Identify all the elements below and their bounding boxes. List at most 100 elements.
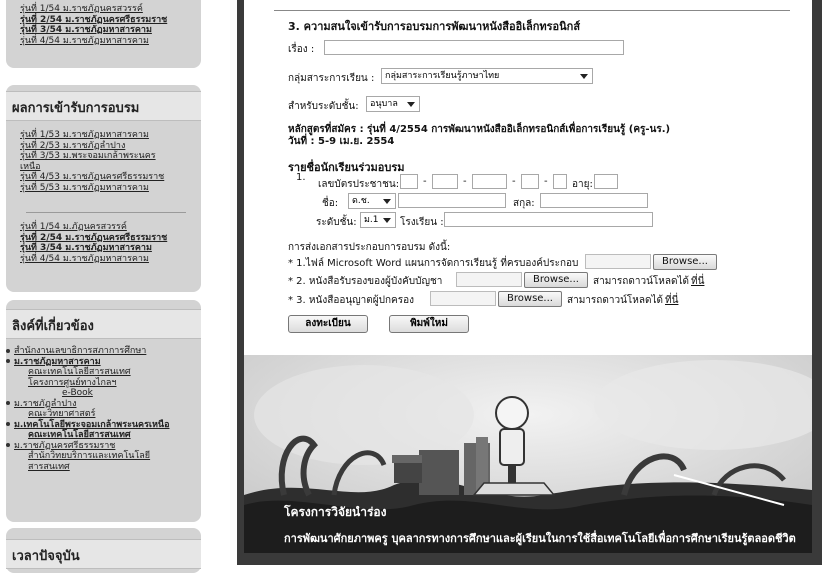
link-result-5-53[interactable]: รุ่นที่ 5/53 ม.ราชภัฏมหาสารคาม (20, 183, 164, 194)
doc3-download-text: สามารถดาวน์โหลดได้ (567, 295, 664, 306)
banner-subtitle: การพัฒนาศักยภาพครู บุคลากรทางการศึกษาและ… (284, 532, 796, 545)
divider (26, 212, 186, 213)
bullet-icon (6, 443, 10, 447)
prefix-select[interactable]: ด.ช. (348, 193, 396, 209)
doc2-here-link[interactable]: ที่นี่ (691, 274, 704, 289)
id-part-4[interactable] (521, 174, 539, 189)
doc2-label: * 2. หนังสือรับรองของผู้บังคับบัญชา (288, 276, 443, 287)
link-kmutnb-it[interactable]: คณะเทคโนโลยีสารสนเทศ (6, 430, 169, 441)
link-result-1-53[interactable]: รุ่นที่ 1/53 ม.ราชภัฏมหาสารคาม (20, 130, 164, 141)
link-rmu[interactable]: ม.ราชภัฏมหาสารคาม (14, 357, 101, 367)
level-label: สำหรับระดับชั้น: (288, 101, 359, 112)
doc2-download-text: สามารถดาวน์โหลดได้ (593, 276, 690, 287)
grade-label: ระดับชั้น: (316, 217, 357, 228)
section-title: 3. ความสนใจเข้ารับการอบรมการพัฒนาหนังสือ… (288, 20, 581, 33)
results-title: ผลการเข้ารับการอบรม (12, 101, 140, 116)
prefix-value: ด.ช. (352, 196, 370, 206)
id-part-5[interactable] (553, 174, 567, 189)
form-content: 3. ความสนใจเข้ารับการอบรมการพัฒนาหนังสือ… (244, 0, 812, 553)
related-links: สำนักงานเลขาธิการสภาการศึกษา ม.ราชภัฏมหา… (6, 346, 169, 472)
results-links-53: รุ่นที่ 1/53 ม.ราชภัฏมหาสารคาม รุ่นที่ 2… (20, 130, 164, 193)
doc2-browse-button[interactable]: Browse... (524, 272, 588, 288)
id-part-2[interactable] (432, 174, 458, 189)
link-result-3-53[interactable]: รุ่นที่ 3/53 ม.พระจอมเกล้าพระนคร (20, 151, 164, 162)
id-dash: - (463, 176, 467, 187)
link-rmu-it[interactable]: คณะเทคโนโลยีสารสนเทศ (6, 367, 169, 378)
link-rmu-ebook[interactable]: e-Book (6, 388, 169, 399)
sidebar: รุ่นที่ 1/54 ม.ราชภัฏนครสวรรค์ รุ่นที่ 2… (0, 0, 208, 573)
top-links: รุ่นที่ 1/54 ม.ราชภัฏนครสวรรค์ รุ่นที่ 2… (20, 4, 167, 46)
surname-input[interactable] (540, 193, 648, 208)
doc1-file-input[interactable] (585, 254, 651, 269)
subject-input[interactable] (324, 40, 624, 55)
link-rmu-distance[interactable]: โครงการศูนย์ทางไกลฯ (6, 378, 169, 389)
link-result-1-54[interactable]: รุ่นที่ 1/54 ม.ภัฏนครสวรรค์ (20, 222, 167, 233)
link-result-3-53-cont[interactable]: เหนือ (20, 162, 164, 173)
doc1-label: * 1.ไฟล์ Microsoft Word แผนการจัดการเรีย… (288, 258, 579, 269)
link-lpru[interactable]: ม.ราชภัฏลำปาง (14, 399, 77, 409)
first-name-input[interactable] (398, 193, 506, 208)
time-panel: เวลาปัจจุบัน (6, 528, 201, 573)
doc1-browse-button[interactable]: Browse... (653, 254, 717, 270)
chevron-down-icon (407, 102, 415, 107)
doc2-file-input[interactable] (456, 272, 522, 287)
subject-group-label: กลุ่มสาระการเรียน : (288, 73, 375, 84)
id-part-3[interactable] (472, 174, 507, 189)
main-frame: 3. ความสนใจเข้ารับการอบรมการพัฒนาหนังสือ… (237, 0, 822, 565)
link-rpt-4-54[interactable]: รุ่นที่ 4/54 ม.ราชภัฏมหาสารคาม (20, 36, 167, 47)
subject-label: เรื่อง : (288, 44, 315, 55)
link-result-4-53[interactable]: รุ่นที่ 4/53 ม.ราชภัฏนครศรีธรรมราช (20, 172, 164, 183)
id-dash: - (423, 176, 427, 187)
id-label: เลขบัตรประชาชน: (318, 179, 400, 190)
link-kmutnb[interactable]: ม.เทคโนโลยีพระจอมเกล้าพระนครเหนือ (14, 420, 169, 430)
link-result-3-54[interactable]: รุ่นที่ 3/54 ม.ราชภัฏมหาสารคาม (20, 243, 167, 254)
results-panel: ผลการเข้ารับการอบรม รุ่นที่ 1/53 ม.ราชภั… (6, 85, 201, 292)
link-nstru[interactable]: ม.ราชภัฏนครศรีธรรมราช (14, 441, 115, 451)
results-links-54: รุ่นที่ 1/54 ม.ภัฏนครสวรรค์ รุ่นที่ 2/54… (20, 222, 167, 264)
results-header: ผลการเข้ารับการอบรม (6, 91, 201, 121)
bullet-icon (6, 359, 10, 363)
bullet-icon (6, 348, 10, 353)
bullet-icon (6, 401, 10, 405)
school-input[interactable] (444, 212, 653, 227)
time-title: เวลาปัจจุบัน (12, 549, 80, 564)
link-lpru-science[interactable]: คณะวิทยาศาสตร์ (6, 409, 169, 420)
link-rpt-2-54[interactable]: รุ่นที่ 2/54 ม.ราชภัฏนครศรีธรรมราช (20, 15, 167, 26)
level-value: อนุบาล (370, 99, 398, 109)
link-nstru-library[interactable]: สำนักวิทยบริการและเทคโนโลยี (6, 451, 169, 462)
chevron-down-icon (383, 199, 391, 204)
subject-group-select[interactable]: กลุ่มสาระการเรียนรู้ภาษาไทย (381, 68, 593, 84)
chevron-down-icon (383, 218, 391, 223)
top-links-panel: รุ่นที่ 1/54 ม.ราชภัฏนครสวรรค์ รุ่นที่ 2… (6, 0, 201, 68)
grade-select[interactable]: ม.1 (360, 212, 396, 228)
grade-value: ม.1 (364, 215, 379, 225)
doc3-here-link[interactable]: ที่นี่ (665, 293, 678, 308)
id-part-1[interactable] (400, 174, 418, 189)
link-nstru-library-cont[interactable]: สารสนเทศ (6, 462, 169, 473)
id-dash: - (512, 176, 516, 187)
link-onec[interactable]: สำนักงานเลขาธิการสภาการศึกษา (14, 346, 146, 356)
banner-title: โครงการวิจัยนำร่อง (284, 505, 387, 519)
top-divider (274, 10, 790, 11)
register-button[interactable]: ลงทะเบียน (288, 315, 368, 333)
banner-illustration (244, 355, 812, 553)
link-rpt-3-54[interactable]: รุ่นที่ 3/54 ม.ราชภัฏมหาสารคาม (20, 25, 167, 36)
age-label: อายุ: (572, 179, 593, 190)
level-select[interactable]: อนุบาล (366, 96, 420, 112)
doc3-file-input[interactable] (430, 291, 496, 306)
link-result-4-54[interactable]: รุ่นที่ 4/54 ม.ราชภัฏมหาสารคาม (20, 254, 167, 265)
age-input[interactable] (594, 174, 618, 189)
docs-title: การส่งเอกสารประกอบการอบรม ดังนี้: (288, 242, 451, 253)
doc3-label: * 3. หนังสืออนุญาตผู้ปกครอง (288, 295, 415, 306)
link-rpt-1-54[interactable]: รุ่นที่ 1/54 ม.ราชภัฏนครสวรรค์ (20, 4, 167, 15)
course-date: วันที่ : 5-9 เม.ย. 2554 (288, 136, 395, 147)
student-number: 1. (296, 172, 306, 183)
doc3-browse-button[interactable]: Browse... (498, 291, 562, 307)
bullet-icon (6, 422, 10, 426)
surname-label: สกุล: (513, 198, 535, 209)
link-result-2-53[interactable]: รุ่นที่ 2/53 ม.ราชภัฏลำปาง (20, 141, 164, 152)
link-result-2-54[interactable]: รุ่นที่ 2/54 ม.ราชภัฏนครศรีธรรมราช (20, 233, 167, 244)
reset-button[interactable]: พิมพ์ใหม่ (389, 315, 469, 333)
name-label: ชื่อ: (322, 198, 339, 209)
related-header: ลิงค์ที่เกี่ยวข้อง (6, 309, 201, 339)
